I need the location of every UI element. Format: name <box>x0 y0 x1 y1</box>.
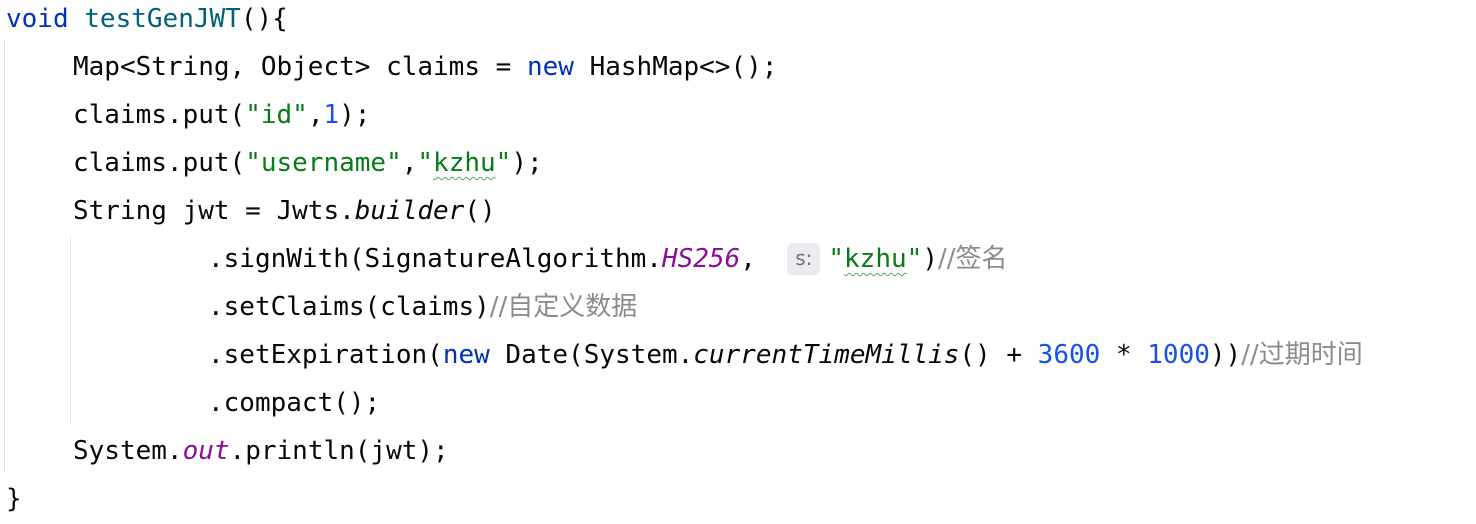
out-field: out <box>182 436 230 466</box>
set-claims-call: .setClaims(claims) <box>208 292 490 322</box>
comma: , <box>307 100 324 130</box>
quote-open: " <box>417 148 434 178</box>
number-literal-1: 1 <box>323 100 340 130</box>
comma: , <box>401 148 418 178</box>
indent-guide-method <box>4 40 5 472</box>
hashmap-constructor: HashMap<>(); <box>573 52 778 82</box>
comma: , <box>740 244 756 274</box>
indent-guide-builder-chain <box>70 236 71 424</box>
builder-call: builder <box>354 196 465 226</box>
code-line-jwt-builder[interactable]: String jwt = Jwts.builder() <box>73 187 496 235</box>
typo-word-kzhu: kzhu <box>433 148 496 178</box>
jwt-declaration: String jwt = Jwts. <box>73 196 355 226</box>
parameter-hint-s: s: <box>787 243 821 275</box>
code-line-compact[interactable]: .compact(); <box>208 379 380 427</box>
set-expiration-close: )) <box>1209 340 1242 370</box>
keyword-new: new <box>442 340 490 370</box>
keyword-new: new <box>526 52 574 82</box>
closing-brace: } <box>6 484 22 514</box>
number-literal-3600: 3600 <box>1037 340 1101 370</box>
code-line-map-declaration[interactable]: Map<String, Object> claims = new HashMap… <box>73 43 777 91</box>
code-line-method-declaration[interactable]: void testGenJWT(){ <box>6 0 288 43</box>
typo-word-kzhu: kzhu <box>844 244 907 274</box>
compact-call: .compact(); <box>208 388 381 418</box>
code-editor[interactable]: void testGenJWT(){ Map<String, Object> c… <box>0 0 1476 524</box>
string-literal-kzhu: "kzhu" <box>417 148 511 178</box>
code-line-sign-with[interactable]: .signWith(SignatureAlgorithm.HS256, s: "k… <box>208 235 1008 283</box>
current-time-millis-call: currentTimeMillis <box>693 340 960 370</box>
put-call: claims.put( <box>73 100 246 130</box>
quote-open: " <box>828 244 845 274</box>
println-call: .println(jwt); <box>229 436 449 466</box>
plus-expression: () + <box>959 340 1038 370</box>
code-line-println[interactable]: System.out.println(jwt); <box>73 427 449 475</box>
code-line-closing-brace[interactable]: } <box>6 475 22 523</box>
string-literal-username: "username" <box>245 148 402 178</box>
system-class: System. <box>73 436 183 466</box>
comment-expiration: //过期时间 <box>1241 340 1363 370</box>
put-close: ); <box>339 100 371 130</box>
set-expiration-call: .setExpiration( <box>208 340 443 370</box>
builder-parens: () <box>464 196 496 226</box>
quote-close: " <box>906 244 923 274</box>
method-open-paren: (){ <box>240 4 288 34</box>
code-line-set-expiration[interactable]: .setExpiration(new Date(System.currentTi… <box>208 331 1363 379</box>
map-declaration-text: Map<String, Object> claims = <box>73 52 527 82</box>
quote-close: " <box>495 148 512 178</box>
method-name: testGenJWT <box>84 4 241 34</box>
date-constructor: Date(System. <box>489 340 694 370</box>
sign-with-close: ) <box>922 244 938 274</box>
comment-custom-data: //自定义数据 <box>489 292 638 322</box>
multiply-operator: * <box>1100 340 1148 370</box>
comment-signature: //签名 <box>937 244 1008 274</box>
string-literal-id: "id" <box>245 100 308 130</box>
code-line-put-username[interactable]: claims.put("username","kzhu"); <box>73 139 543 187</box>
put-call: claims.put( <box>73 148 246 178</box>
sign-with-call: .signWith(SignatureAlgorithm. <box>208 244 662 274</box>
string-literal-kzhu-secret: "kzhu" <box>828 244 922 274</box>
code-line-set-claims[interactable]: .setClaims(claims)//自定义数据 <box>208 283 637 331</box>
put-close: ); <box>511 148 543 178</box>
number-literal-1000: 1000 <box>1147 340 1210 370</box>
hs256-constant: HS256 <box>661 244 741 274</box>
keyword-void: void <box>6 4 69 34</box>
code-line-put-id[interactable]: claims.put("id",1); <box>73 91 370 139</box>
